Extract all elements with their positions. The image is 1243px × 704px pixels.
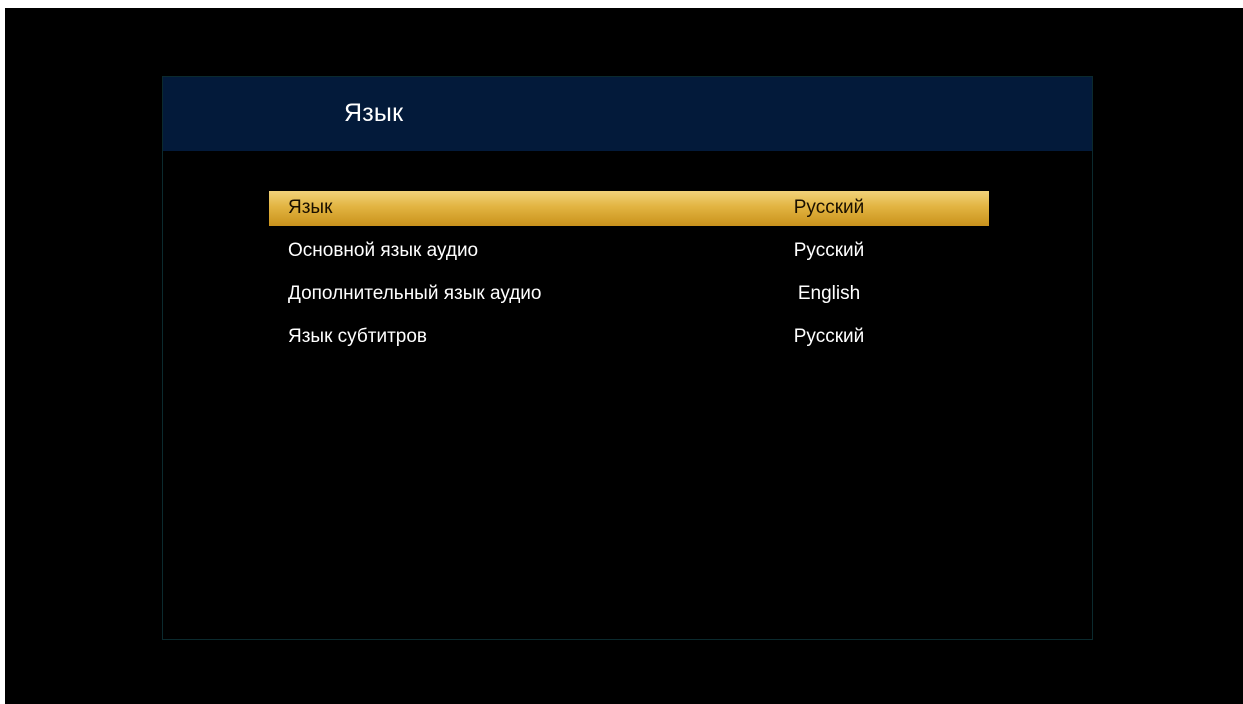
tv-screen: Язык Язык Русский Основной язык аудио Ру… xyxy=(5,8,1243,704)
language-settings-panel: Язык Язык Русский Основной язык аудио Ру… xyxy=(162,76,1093,640)
menu-item-value: Русский xyxy=(793,326,865,347)
menu-item-label: Дополнительный язык аудио xyxy=(288,283,542,304)
menu-item-label: Язык xyxy=(288,197,333,218)
menu-item-subtitle-language[interactable]: Язык субтитров Русский xyxy=(269,320,989,355)
menu-item-value: Русский xyxy=(793,240,865,261)
menu-item-label: Основной язык аудио xyxy=(288,240,479,261)
menu-item-value: English xyxy=(797,283,861,304)
settings-menu-list: Язык Русский Основной язык аудио Русский… xyxy=(269,191,989,363)
menu-item-secondary-audio-language[interactable]: Дополнительный язык аудио English xyxy=(269,277,989,312)
panel-header: Язык xyxy=(163,77,1092,151)
menu-item-menu-language[interactable]: Язык Русский xyxy=(269,191,989,226)
panel-title: Язык xyxy=(344,99,404,127)
menu-item-primary-audio-language[interactable]: Основной язык аудио Русский xyxy=(269,234,989,269)
menu-item-label: Язык субтитров xyxy=(288,326,428,347)
menu-item-value: Русский xyxy=(793,197,865,218)
